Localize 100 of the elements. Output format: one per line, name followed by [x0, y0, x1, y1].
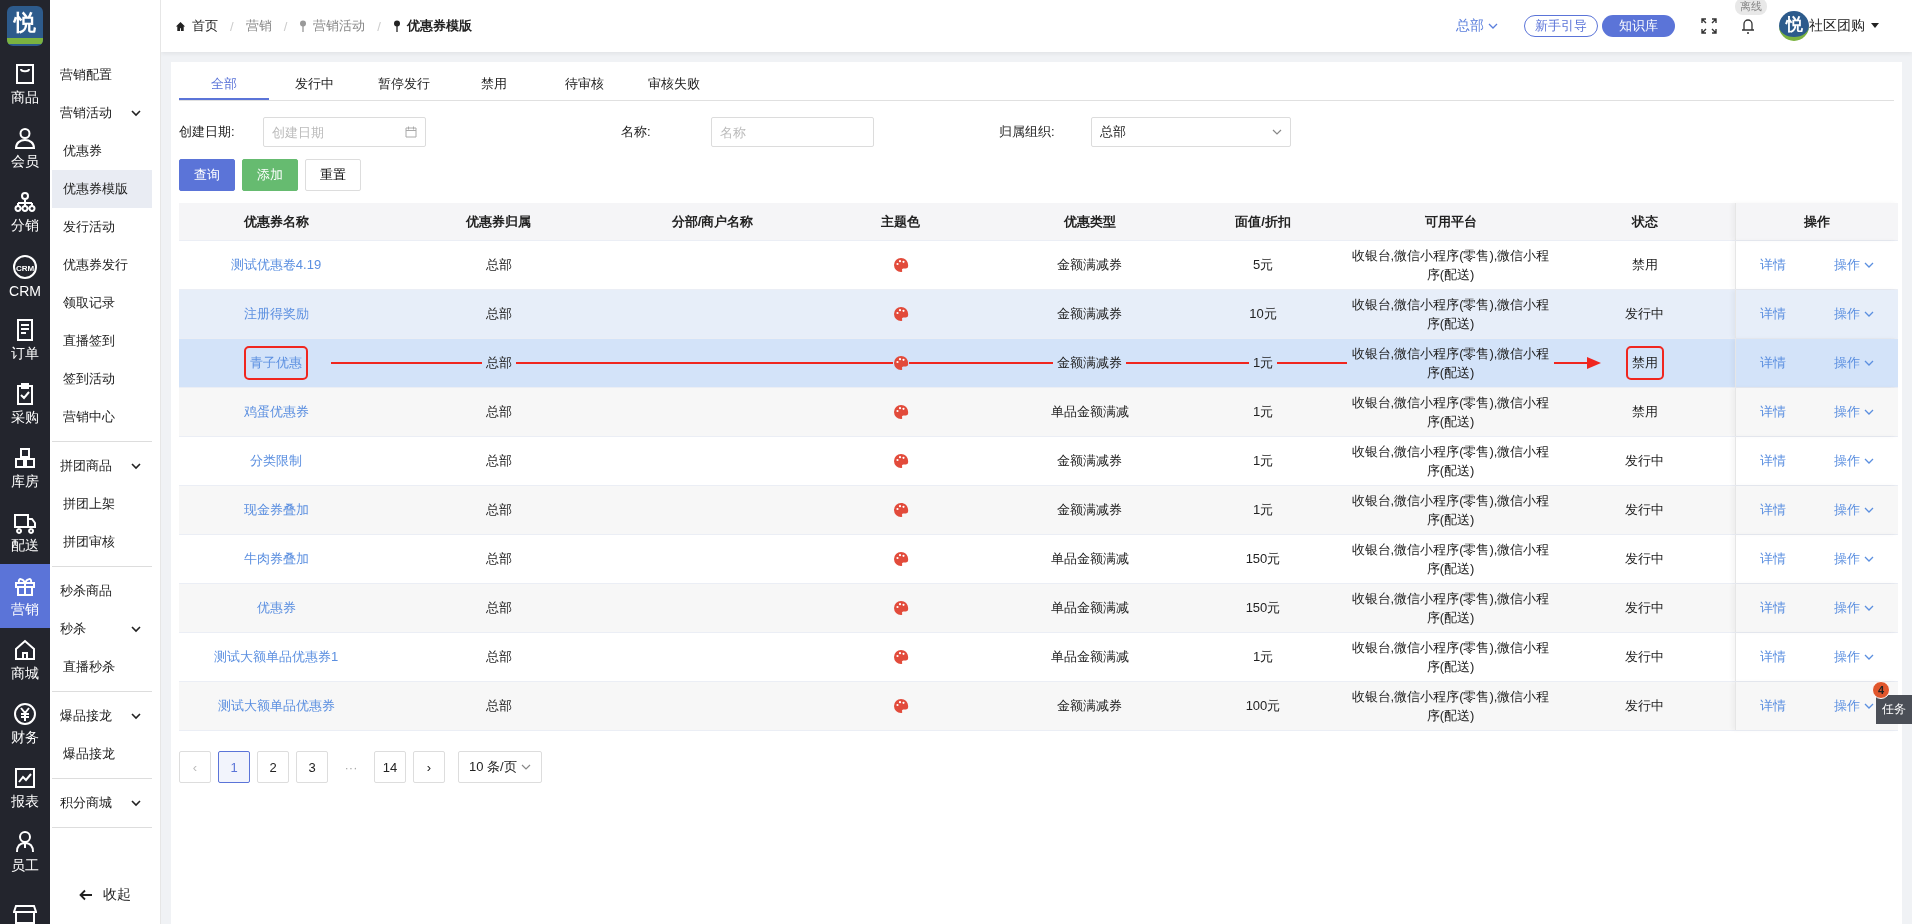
- chevron-icon: [130, 623, 142, 635]
- tab[interactable]: 全部: [179, 70, 269, 100]
- breadcrumb-link[interactable]: 营销活动: [313, 17, 366, 35]
- sidebar-item[interactable]: 发行活动: [52, 208, 152, 246]
- bell-icon[interactable]: [1741, 18, 1755, 34]
- page-button[interactable]: 14: [374, 751, 406, 783]
- tab[interactable]: 发行中: [269, 70, 359, 100]
- caret-icon: [1870, 22, 1880, 30]
- table-cell: 收银台,微信小程序(零售),微信小程序(配送): [1347, 344, 1554, 382]
- table-row[interactable]: 优惠券 总部 单品金额满减 150元 收银台,微信小程序(零售),微信小程序(配送) 发行中 详情 操作: [179, 584, 1898, 633]
- page-size-select[interactable]: 10 条/页: [458, 751, 542, 783]
- rail-item[interactable]: 营销: [0, 564, 50, 628]
- avatar[interactable]: 悦: [1779, 11, 1809, 41]
- action-dropdown[interactable]: 操作: [1834, 648, 1874, 666]
- query-button[interactable]: 查询: [179, 159, 235, 191]
- sidebar-item[interactable]: 营销配置: [52, 56, 152, 94]
- reset-button[interactable]: 重置: [305, 159, 361, 191]
- date-field[interactable]: 创建日期: [263, 117, 426, 147]
- breadcrumb-link[interactable]: 首页: [192, 17, 218, 35]
- breadcrumb-link[interactable]: 优惠券模版: [406, 17, 472, 35]
- rail-item[interactable]: 财务: [0, 692, 50, 756]
- name-field[interactable]: 名称: [711, 117, 874, 147]
- sidebar-item[interactable]: 拼团审核: [52, 523, 152, 561]
- palette-icon[interactable]: [892, 600, 909, 616]
- rail-item[interactable]: 库房: [0, 436, 50, 500]
- rail-item[interactable]: 采购: [0, 372, 50, 436]
- sidebar-item[interactable]: 签到活动: [52, 360, 152, 398]
- sidebar-item[interactable]: 营销中心: [52, 398, 152, 436]
- sidebar-item[interactable]: 拼团上架: [52, 485, 152, 523]
- rail-item[interactable]: 报表: [0, 756, 50, 820]
- table-cell: 单品金额满减: [1050, 648, 1129, 666]
- tab[interactable]: 暂停发行: [359, 70, 449, 100]
- page-button[interactable]: 2: [257, 751, 289, 783]
- action-dropdown[interactable]: 操作: [1834, 550, 1874, 568]
- action-dropdown[interactable]: 操作: [1834, 452, 1874, 470]
- rail-item[interactable]: 分销: [0, 180, 50, 244]
- pin-icon: [299, 20, 308, 32]
- tab[interactable]: 审核失败: [629, 70, 719, 100]
- rail-item[interactable]: 商城: [0, 628, 50, 692]
- column-header: 面值/折扣: [1234, 212, 1292, 231]
- chevron-icon: [1863, 310, 1874, 318]
- tab[interactable]: 禁用: [449, 70, 539, 100]
- sidebar-item[interactable]: 优惠券模版: [52, 170, 152, 208]
- chevron-icon: [1863, 555, 1874, 563]
- org-dropdown[interactable]: 总部: [1456, 17, 1498, 35]
- sidebar-item[interactable]: 秒杀: [52, 610, 152, 648]
- table-cell: 总部: [485, 501, 512, 519]
- table-row[interactable]: 鸡蛋优惠券 总部 单品金额满减 1元 收银台,微信小程序(零售),微信小程序(配送) 禁用 详情 操作: [179, 388, 1898, 437]
- knowledge-base-button[interactable]: 知识库: [1602, 15, 1675, 37]
- palette-icon[interactable]: [892, 306, 909, 322]
- table-row[interactable]: 现金券叠加 总部 金额满减券 1元 收银台,微信小程序(零售),微信小程序(配送) 发行中 详情 操作: [179, 486, 1898, 535]
- task-button[interactable]: 任务: [1876, 695, 1912, 724]
- palette-icon[interactable]: [892, 257, 909, 273]
- coupon-name-link[interactable]: 分类限制: [250, 452, 302, 470]
- rail-item[interactable]: 员工: [0, 820, 50, 884]
- palette-icon[interactable]: [892, 453, 909, 469]
- palette-icon[interactable]: [892, 698, 909, 714]
- page-button[interactable]: 1: [218, 751, 250, 783]
- rail-item[interactable]: 商品: [0, 52, 50, 116]
- rail-item[interactable]: 会员: [0, 116, 50, 180]
- sidebar-item[interactable]: 拼团商品: [52, 447, 152, 485]
- chevron-icon: [130, 797, 142, 809]
- table-cell: 总部: [485, 305, 512, 323]
- palette-icon[interactable]: [892, 404, 909, 420]
- guide-button[interactable]: 新手引导: [1524, 15, 1598, 37]
- chevron-icon: [520, 763, 531, 771]
- person-icon: [13, 125, 37, 150]
- sidebar-item[interactable]: 秒杀商品: [52, 572, 152, 610]
- table-cell: 总部: [481, 354, 516, 372]
- action-dropdown[interactable]: 操作: [1834, 256, 1874, 274]
- chevron-icon: [1863, 359, 1874, 367]
- sidebar-item[interactable]: 积分商城: [52, 784, 152, 822]
- tab[interactable]: 待审核: [539, 70, 629, 100]
- next-page-button[interactable]: ›: [413, 751, 445, 783]
- sidebar-item[interactable]: 营销活动: [52, 94, 152, 132]
- sidebar-item[interactable]: 爆品接龙: [52, 697, 152, 735]
- org-select[interactable]: 总部: [1091, 117, 1291, 147]
- sidebar-item[interactable]: 直播秒杀: [52, 648, 152, 686]
- table-row[interactable]: 青子优惠 总部 金额满减券 1元 收银台,微信小程序(零售),微信小程序(配送) 禁用 详情 操作: [179, 339, 1898, 388]
- calendar-icon: [405, 126, 417, 138]
- palette-icon[interactable]: [892, 355, 909, 371]
- fullscreen-icon[interactable]: [1701, 18, 1717, 34]
- rail-item[interactable]: 订单: [0, 308, 50, 372]
- palette-icon[interactable]: [892, 649, 909, 665]
- palette-icon[interactable]: [892, 551, 909, 567]
- rail-item[interactable]: CRM CRM: [0, 244, 50, 308]
- store-icon: [13, 904, 37, 924]
- breadcrumb-link[interactable]: 营销: [245, 17, 272, 35]
- sidebar-item[interactable]: 领取记录: [52, 284, 152, 322]
- palette-icon[interactable]: [892, 502, 909, 518]
- sidebar-item[interactable]: 优惠券发行: [52, 246, 152, 284]
- pin-icon: [392, 20, 401, 32]
- page-button[interactable]: 3: [296, 751, 328, 783]
- table-cell: 1元: [1248, 354, 1278, 372]
- user-menu[interactable]: 社区团购: [1809, 17, 1880, 35]
- sidebar-item[interactable]: 直播签到: [52, 322, 152, 360]
- sidebar-item[interactable]: 优惠券: [52, 132, 152, 170]
- rail-item[interactable]: 配送: [0, 500, 50, 564]
- table-row[interactable]: 注册得奖励 总部 金额满减券 10元 收银台,微信小程序(零售),微信小程序(配送) 发行中 详情 操作: [179, 290, 1898, 339]
- sidebar-item[interactable]: 爆品接龙: [52, 735, 152, 773]
